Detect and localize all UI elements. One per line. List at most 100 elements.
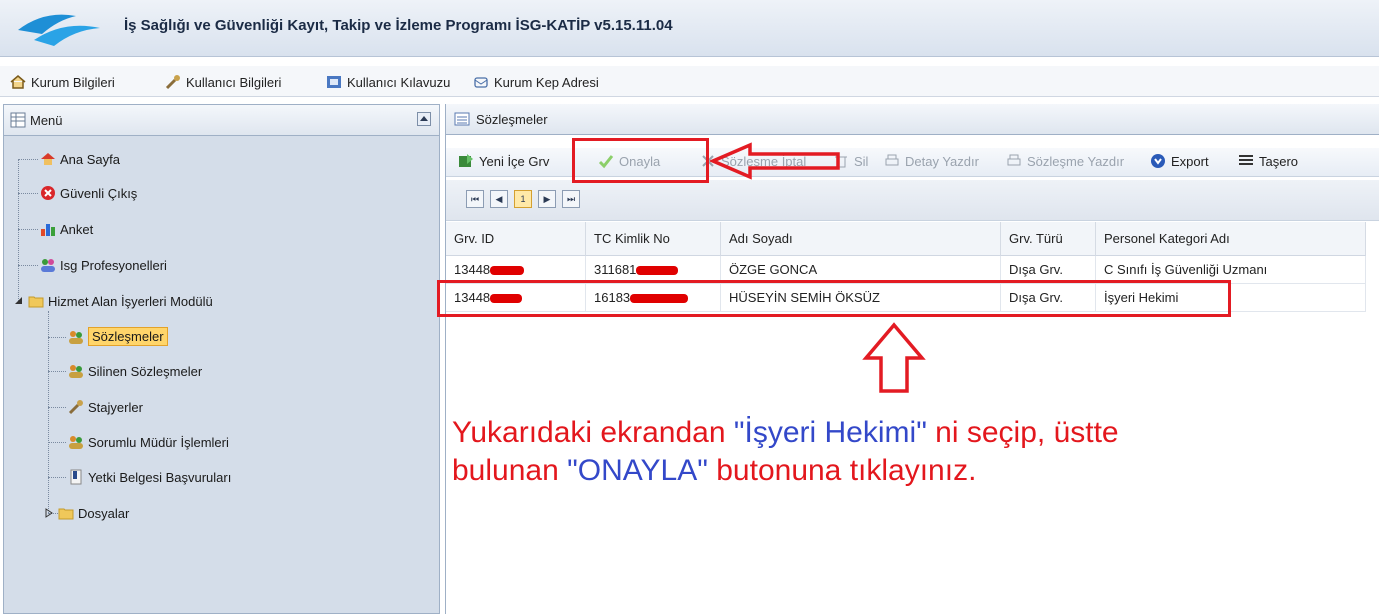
prev-page-button[interactable]: ◀ (490, 190, 508, 208)
menu-panel: Menü Ana Sayfa Güvenli Çıkış Anket Isg P… (3, 104, 440, 614)
column-header[interactable]: Adı Soyadı (721, 222, 1001, 256)
menu-item-isg-profesyonelleri[interactable]: Isg Profesyonelleri (40, 257, 167, 273)
menu-item-dosyalar[interactable]: Dosyalar (44, 505, 129, 521)
column-header[interactable]: TC Kimlik No (586, 222, 721, 256)
subcontractor-label: Taşero (1259, 153, 1299, 169)
user-wrench-icon (68, 400, 83, 415)
menu-grid-icon (10, 112, 26, 128)
tree-line (18, 193, 38, 194)
collapse-menu-button[interactable] (417, 112, 431, 126)
menu-item-hizmet-alan-isyerleri[interactable]: Hizmet Alan İşyerleri Modülü (14, 293, 213, 309)
tree-line (18, 159, 19, 303)
tree-line (18, 229, 38, 230)
contract-people-icon (69, 436, 83, 449)
print-detail-label: Detay Yazdır (905, 153, 979, 169)
kullanici-bilgileri-button[interactable]: Kullanıcı Bilgileri (165, 72, 281, 92)
cell-text: 13448 (454, 262, 491, 277)
menu-item-sorumlu-mudur[interactable]: Sorumlu Müdür İşlemleri (68, 434, 229, 450)
row-highlight-box (437, 280, 1231, 317)
export-button[interactable]: Export (1150, 153, 1209, 169)
first-page-button[interactable]: ⏮ (466, 190, 484, 208)
menu-item-label: Sorumlu Müdür İşlemleri (88, 434, 229, 450)
pager: ⏮ ◀ 1 ▶ ⏭ (446, 180, 1379, 221)
bar-chart-icon (41, 224, 55, 236)
menu-item-label: Hizmet Alan İşyerleri Modülü (48, 293, 213, 309)
menu-item-label: Silinen Sözleşmeler (88, 363, 203, 379)
kullanici-bilgileri-label: Kullanıcı Bilgileri (186, 74, 282, 90)
last-page-button[interactable]: ⏭ (562, 190, 580, 208)
menu-item-label: Stajyerler (88, 399, 143, 415)
menu-item-stajyerler[interactable]: Stajyerler (68, 399, 143, 415)
left-arrow-icon (710, 142, 840, 180)
instruction-text: Yukarıdaki ekrandan "İşyeri Hekimi" ni s… (452, 414, 1119, 490)
contracts-header: Sözleşmeler (446, 104, 1379, 135)
menu-item-silinen-sozlesmeler[interactable]: Silinen Sözleşmeler (68, 363, 202, 379)
tree-line (18, 159, 38, 160)
tree-line (48, 371, 66, 372)
up-arrow-icon (862, 322, 926, 393)
printer-icon (885, 154, 899, 166)
app-title: İş Sağlığı ve Güvenliği Kayıt, Takip ve … (124, 17, 673, 34)
instruction-line-2: bulunan "ONAYLA" butonuna tıklayınız. (452, 452, 1119, 490)
home-icon (41, 153, 55, 165)
menu-item-sozlesmeler[interactable]: Sözleşmeler (68, 327, 168, 346)
kullanici-kilavuzu-button[interactable]: Kullanıcı Kılavuzu (326, 72, 450, 92)
kullanici-kilavuzu-label: Kullanıcı Kılavuzu (347, 74, 451, 90)
redaction-mark (636, 266, 679, 276)
people-icon (41, 259, 55, 272)
new-record-icon (459, 154, 473, 167)
manual-icon (327, 76, 341, 88)
list-icon (454, 112, 470, 126)
tree-line (48, 407, 66, 408)
mail-icon (474, 77, 488, 88)
next-page-button[interactable]: ▶ (538, 190, 556, 208)
user-wrench-icon (165, 75, 180, 90)
main-toolbar: Kurum Bilgileri Kullanıcı Bilgileri Kull… (0, 66, 1379, 97)
folder-icon (58, 508, 74, 520)
list-lines-icon (1239, 155, 1253, 165)
tree-line (48, 337, 66, 338)
column-header[interactable]: Grv. Türü (1001, 222, 1096, 256)
contract-people-icon (69, 330, 83, 344)
menu-item-label: Dosyalar (78, 505, 130, 521)
kurum-bilgileri-button[interactable]: Kurum Bilgileri (10, 72, 115, 92)
export-label: Export (1171, 153, 1209, 169)
printer-icon (1007, 154, 1021, 166)
subcontractor-button[interactable]: Taşero (1238, 153, 1298, 169)
export-icon (1151, 154, 1165, 168)
menu-item-label: Yetki Belgesi Başvuruları (88, 469, 232, 485)
kurum-kep-adresi-button[interactable]: Kurum Kep Adresi (473, 72, 599, 92)
menu-item-anket[interactable]: Anket (40, 221, 93, 237)
house-icon (10, 75, 26, 89)
app-logo-icon (18, 14, 100, 46)
instruction-line-1: Yukarıdaki ekrandan "İşyeri Hekimi" ni s… (452, 414, 1119, 452)
title-bar: İş Sağlığı ve Güvenliği Kayıt, Takip ve … (0, 0, 1379, 57)
tree-line (48, 311, 49, 513)
contract-people-icon (69, 365, 83, 378)
menu-item-ana-sayfa[interactable]: Ana Sayfa (40, 151, 120, 167)
column-header[interactable]: Grv. ID (446, 222, 586, 256)
print-detail-button[interactable]: Detay Yazdır (884, 153, 979, 169)
menu-item-label: Isg Profesyonelleri (60, 257, 167, 273)
print-contract-label: Sözleşme Yazdır (1027, 153, 1125, 169)
collapsed-arrow-icon (45, 508, 53, 518)
new-assignment-label: Yeni İçe Grv (479, 153, 550, 169)
delete-label: Sil (854, 153, 869, 169)
instruction-part: butonuna tıklayınız. (707, 454, 977, 487)
tree-line (48, 442, 66, 443)
column-header[interactable]: Personel Kategori Adı (1096, 222, 1366, 256)
cell-text: 311681 (594, 262, 637, 277)
tree-line (48, 477, 66, 478)
kurum-kep-adresi-label: Kurum Kep Adresi (494, 74, 599, 90)
menu-item-guvenli-cikis[interactable]: Güvenli Çıkış (40, 185, 137, 201)
tree-line (18, 265, 38, 266)
new-assignment-button[interactable]: Yeni İçe Grv (458, 153, 549, 169)
menu-item-label: Ana Sayfa (60, 151, 120, 167)
menu-item-yetki-belgesi[interactable]: Yetki Belgesi Başvuruları (68, 469, 231, 485)
print-contract-button[interactable]: Sözleşme Yazdır (1006, 153, 1124, 169)
chevron-up-icon (420, 116, 428, 121)
contracts-title: Sözleşmeler (476, 112, 548, 127)
current-page[interactable]: 1 (514, 190, 532, 208)
expanded-arrow-icon (15, 297, 22, 304)
instruction-part: ni seçip, üstte (926, 416, 1119, 449)
